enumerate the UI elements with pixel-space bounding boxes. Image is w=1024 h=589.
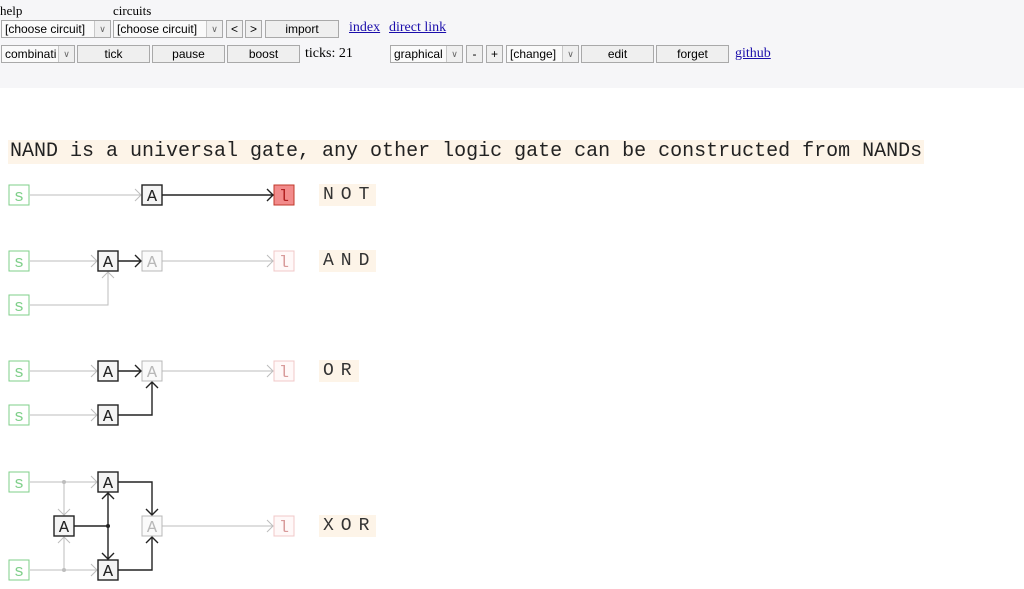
switch-xor-a[interactable]: s: [8, 471, 30, 494]
nand-not: A: [141, 184, 163, 207]
caption-or: OR: [319, 360, 359, 382]
switch-symbol: s: [14, 563, 24, 582]
nand-symbol: A: [103, 475, 114, 494]
nand-or-2: A: [97, 404, 119, 427]
nand-symbol: A: [147, 364, 158, 383]
switch-symbol: s: [14, 475, 24, 494]
switch-xor-b[interactable]: s: [8, 559, 30, 582]
switch-symbol: s: [14, 188, 24, 207]
nand-symbol: A: [59, 519, 70, 538]
switch-symbol: s: [14, 408, 24, 427]
caption-and: AND: [319, 250, 377, 272]
nand-symbol: A: [103, 254, 114, 273]
nand-and-1: A: [97, 250, 119, 273]
nand-symbol: A: [103, 364, 114, 383]
nand-or-1: A: [97, 360, 119, 383]
led-symbol: l: [279, 519, 289, 538]
led-symbol: l: [279, 254, 289, 273]
nand-symbol: A: [103, 408, 114, 427]
switch-and-a[interactable]: s: [8, 250, 30, 273]
led-and-out: l: [273, 250, 295, 273]
circuit-board[interactable]: s Al s s A Al s s A A A l s s A A A A l: [0, 0, 1024, 589]
switch-not-in[interactable]: s: [8, 184, 30, 207]
led-or-out: l: [273, 360, 295, 383]
nand-xor-2: A: [97, 471, 119, 494]
switch-and-b[interactable]: s: [8, 294, 30, 317]
nand-xor-4: A: [141, 515, 163, 538]
switch-symbol: s: [14, 298, 24, 317]
led-not-out: l: [273, 184, 295, 207]
switch-symbol: s: [14, 364, 24, 383]
led-symbol: l: [279, 188, 289, 207]
nand-symbol: A: [147, 254, 158, 273]
led-xor-out: l: [273, 515, 295, 538]
nand-xor-1: A: [53, 515, 75, 538]
switch-or-b[interactable]: s: [8, 404, 30, 427]
caption-xor: XOR: [319, 515, 377, 537]
nand-and-2: A: [141, 250, 163, 273]
led-symbol: l: [279, 364, 289, 383]
caption-not: NOT: [319, 184, 377, 206]
junction-dot: [106, 524, 110, 528]
junction-dot: [62, 480, 66, 484]
wire: [30, 272, 109, 306]
nand-symbol: A: [103, 563, 114, 582]
switch-symbol: s: [14, 254, 24, 273]
nand-or-3: A: [141, 360, 163, 383]
junction-dot: [62, 568, 66, 572]
nand-xor-3: A: [97, 559, 119, 582]
nand-symbol: A: [147, 188, 158, 207]
nand-symbol: A: [147, 519, 158, 538]
switch-or-a[interactable]: s: [8, 360, 30, 383]
